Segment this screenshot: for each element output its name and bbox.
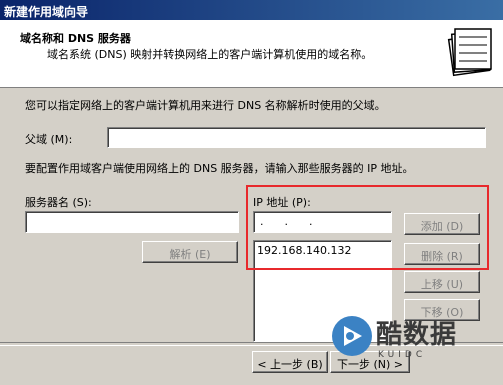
- dns-instruction-text: 要配置作用域客户端使用网络上的 DNS 服务器，请输入那些服务器的 IP 地址。: [25, 162, 414, 175]
- watermark-subtext: KUIDC: [378, 350, 427, 360]
- header-title: 域名称和 DNS 服务器: [20, 32, 131, 45]
- header-subtitle: 域名系统 (DNS) 映射并转换网络上的客户端计算机使用的域名称。: [47, 48, 373, 61]
- highlight-box: [246, 185, 489, 270]
- folders-icon: [447, 28, 492, 77]
- server-name-label: 服务器名 (S):: [25, 196, 92, 209]
- back-button[interactable]: < 上一步 (B): [252, 351, 328, 373]
- server-name-input[interactable]: [25, 211, 239, 233]
- intro-text: 您可以指定网络上的客户端计算机用来进行 DNS 名称解析时使用的父域。: [25, 99, 386, 112]
- watermark-text: 酷数据: [376, 320, 458, 350]
- title-bar: 新建作用域向导: [0, 0, 503, 20]
- parent-domain-input[interactable]: [107, 127, 486, 148]
- watermark-logo-icon: [332, 316, 372, 356]
- wizard-header: 域名称和 DNS 服务器 域名系统 (DNS) 映射并转换网络上的客户端计算机使…: [0, 20, 503, 88]
- resolve-button[interactable]: 解析 (E): [142, 241, 238, 263]
- move-up-button[interactable]: 上移 (U): [404, 271, 480, 293]
- window-title: 新建作用域向导: [4, 5, 89, 19]
- parent-domain-label: 父域 (M):: [25, 133, 73, 146]
- watermark: 酷数据 KUIDC: [330, 312, 500, 372]
